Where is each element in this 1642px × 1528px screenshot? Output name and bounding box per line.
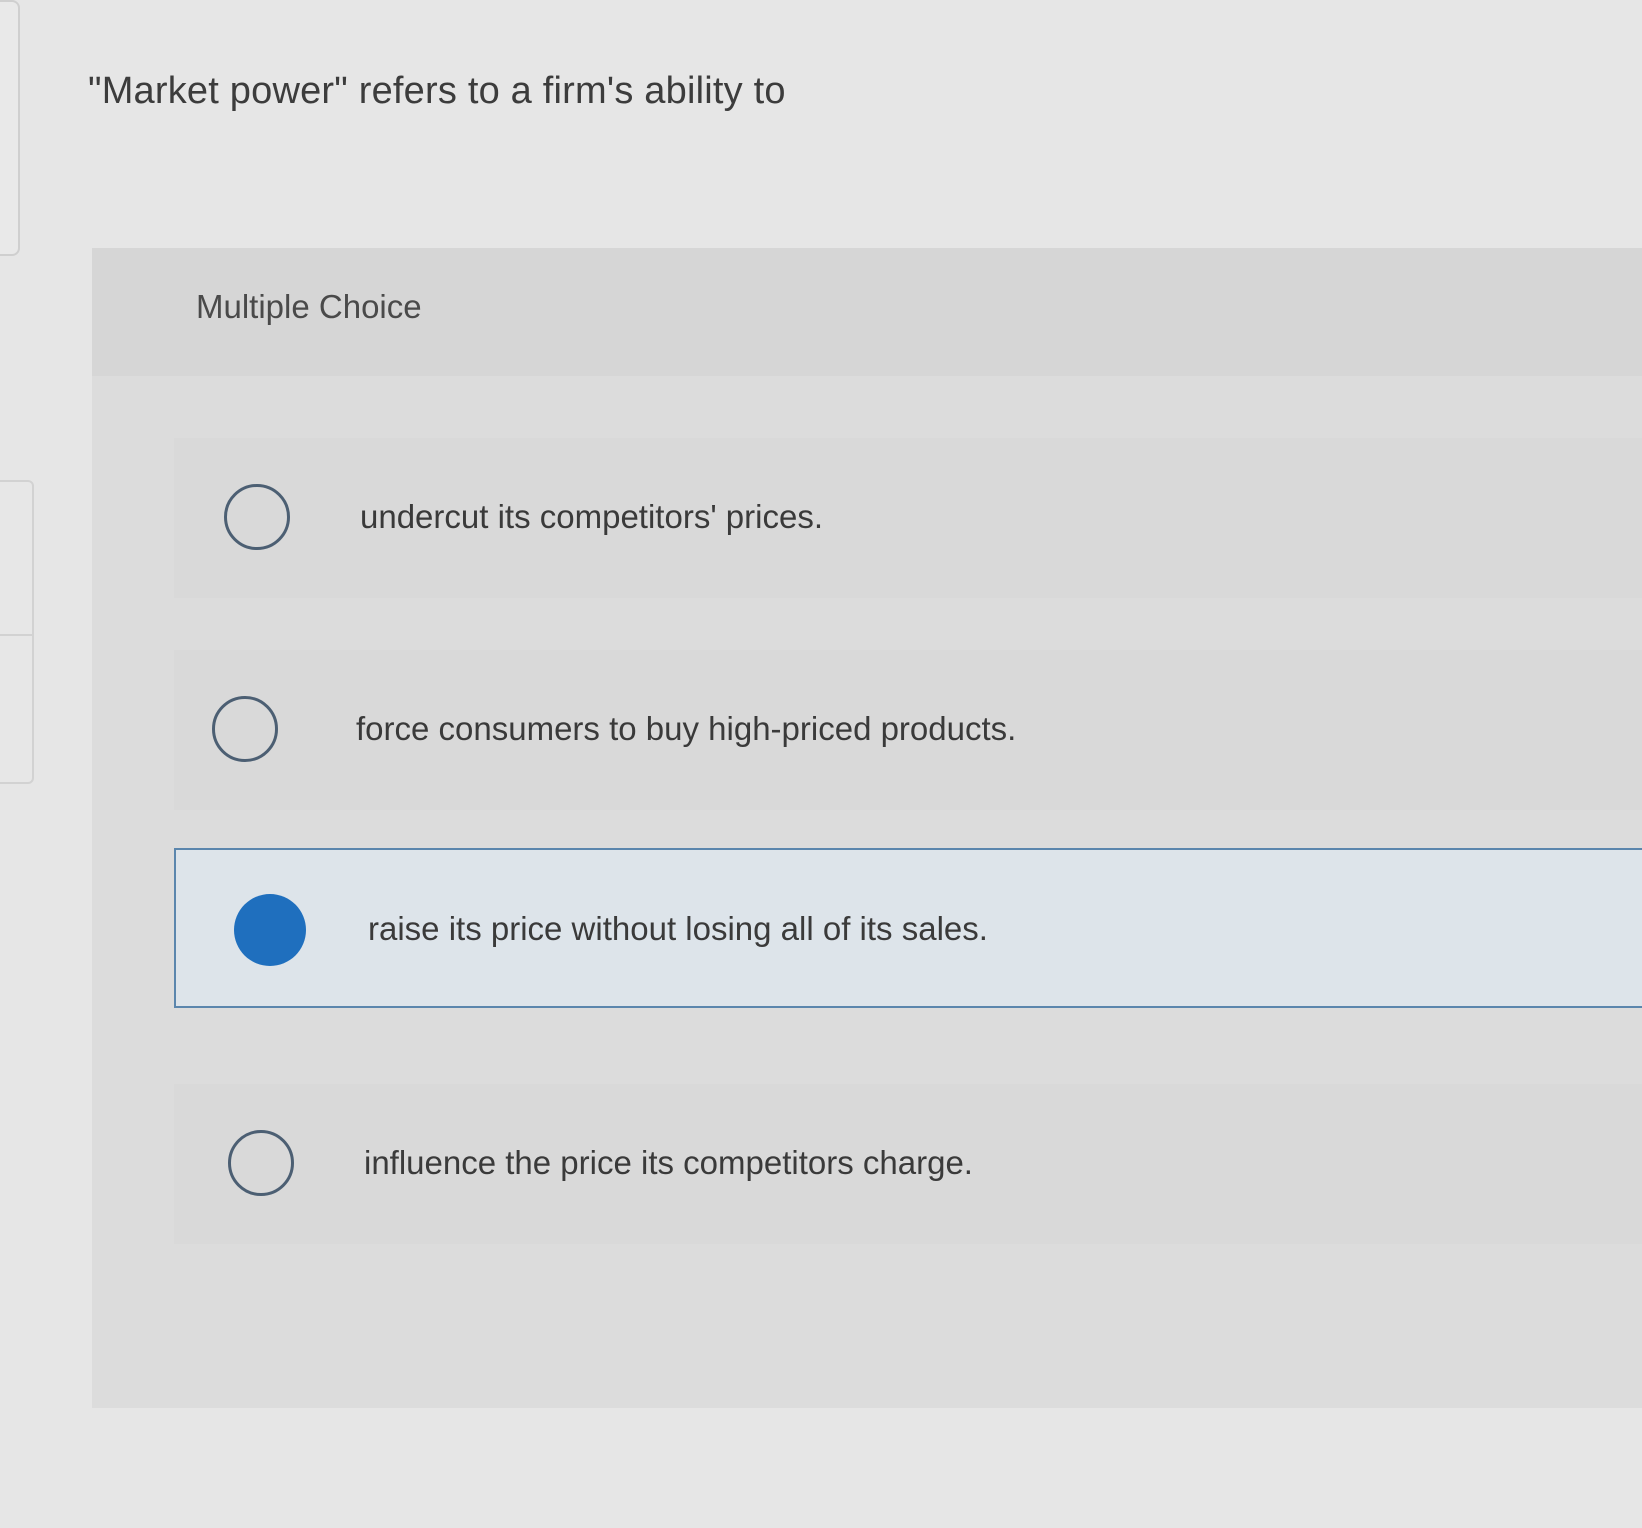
answer-option-4[interactable]: influence the price its competitors char…	[174, 1084, 1642, 1244]
left-sidebar-tab	[0, 0, 20, 256]
radio-empty-icon[interactable]	[212, 696, 278, 762]
question-text: "Market power" refers to a firm's abilit…	[88, 70, 786, 112]
radio-empty-icon[interactable]	[228, 1130, 294, 1196]
radio-filled-icon[interactable]	[234, 894, 306, 966]
left-sidebar-divider	[0, 634, 32, 636]
multiple-choice-header: Multiple Choice	[92, 248, 1642, 376]
answer-option-text: influence the price its competitors char…	[364, 1144, 973, 1181]
answer-option-1[interactable]: undercut its competitors' prices.	[174, 438, 1642, 598]
left-sidebar-nav	[0, 480, 34, 784]
answer-option-text: raise its price without losing all of it…	[368, 910, 988, 947]
answer-option-3[interactable]: raise its price without losing all of it…	[174, 848, 1642, 1008]
answer-option-text: force consumers to buy high-priced produ…	[356, 710, 1017, 747]
answer-option-text: undercut its competitors' prices.	[360, 498, 823, 535]
multiple-choice-panel: Multiple Choice undercut its competitors…	[92, 248, 1642, 1408]
answer-option-2[interactable]: force consumers to buy high-priced produ…	[174, 650, 1642, 810]
multiple-choice-label: Multiple Choice	[196, 288, 422, 325]
radio-empty-icon[interactable]	[224, 484, 290, 550]
